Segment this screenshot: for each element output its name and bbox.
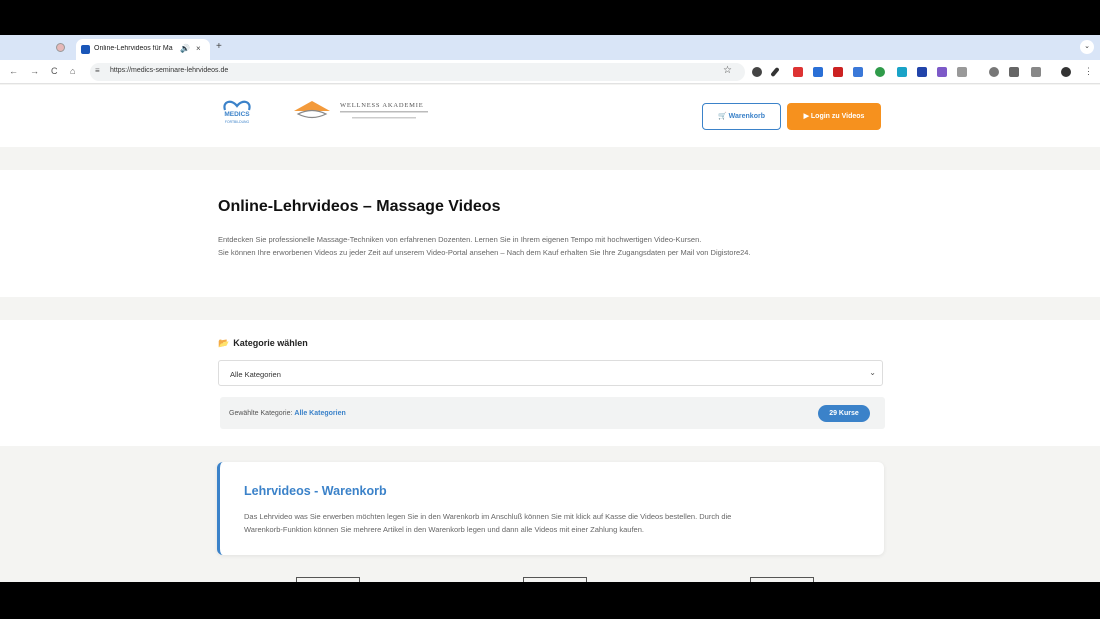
info-line: Warenkorb-Funktion können Sie mehrere Ar… [244, 525, 644, 534]
tab-title: Online-Lehrvideos für Ma [94, 45, 173, 52]
svg-text:FORTBILDUNG: FORTBILDUNG [225, 120, 250, 124]
selected-category-bar: Gewählte Kategorie: Alle Kategorien 29 K… [220, 397, 885, 429]
folder-icon: 📂 [218, 338, 230, 348]
info-card-title: Lehrvideos - Warenkorb [244, 484, 387, 498]
browser-tab[interactable]: Online-Lehrvideos für Ma 🔊 × [76, 39, 210, 60]
extension-icon[interactable] [853, 67, 863, 77]
reload-icon[interactable]: C [51, 66, 58, 76]
cart-button-label: Warenkorb [728, 113, 765, 120]
bookmark-star-icon[interactable]: ☆ [723, 65, 732, 76]
profile-avatar[interactable] [1061, 67, 1071, 77]
info-line: Das Lehrvideo was Sie erwerben möchten l… [244, 512, 732, 521]
extension-icon[interactable] [937, 67, 947, 77]
url-text[interactable]: https://medics-seminare-lehrvideos.de [110, 67, 228, 74]
extension-icon[interactable] [833, 67, 843, 77]
extension-icon[interactable] [917, 67, 927, 77]
home-icon[interactable]: ⌂ [70, 66, 75, 76]
back-icon[interactable]: ← [9, 66, 18, 76]
category-select[interactable]: Alle Kategorien ⌄ [218, 360, 883, 386]
svg-text:MEDICS: MEDICS [224, 111, 250, 118]
devtools-icon[interactable] [1031, 67, 1041, 77]
cart-button[interactable]: 🛒 Warenkorb [702, 103, 781, 130]
extension-icon[interactable] [813, 67, 823, 77]
new-tab-icon[interactable]: + [216, 41, 222, 52]
medics-logo[interactable]: MEDICS FORTBILDUNG [218, 96, 256, 128]
extensions-puzzle-icon[interactable] [957, 67, 967, 77]
extension-icon[interactable] [989, 67, 999, 77]
hero-section: Online-Lehrvideos – Massage Videos Entde… [0, 170, 1100, 297]
extension-icon[interactable] [897, 67, 907, 77]
login-button-label: Login zu Videos [810, 113, 865, 120]
tab-strip: Online-Lehrvideos für Ma 🔊 × + ⌄ [0, 35, 1100, 60]
course-count-badge: 29 Kurse [818, 405, 870, 422]
forward-icon[interactable]: → [30, 66, 39, 76]
selected-category-prefix: Gewählte Kategorie: [229, 410, 293, 417]
selected-category-text: Gewählte Kategorie: Alle Kategorien [229, 410, 346, 417]
favicon-icon [81, 45, 90, 54]
selected-category-value: Alle Kategorien [294, 410, 346, 417]
extension-icon[interactable] [875, 67, 885, 77]
extension-icon[interactable] [752, 67, 762, 77]
site-info-icon[interactable]: ≡ [95, 66, 100, 75]
translate-icon[interactable] [1009, 67, 1019, 77]
chevron-down-icon: ⌄ [869, 368, 876, 377]
category-heading: 📂 Kategorie wählen [218, 338, 308, 349]
wellness-akademie-logo[interactable]: WELLNESS AKADEMIE [292, 97, 432, 125]
info-card-body: Das Lehrvideo was Sie erwerben möchten l… [244, 510, 731, 536]
site-header: MEDICS FORTBILDUNG WELLNESS AKADEMIE 🛒 W… [0, 85, 1100, 147]
svg-text:WELLNESS AKADEMIE: WELLNESS AKADEMIE [340, 102, 423, 109]
category-select-value: Alle Kategorien [230, 370, 281, 379]
intro-line: Entdecken Sie professionelle Massage-Tec… [218, 235, 702, 244]
intro-line: Sie können Ihre erworbenen Videos zu jed… [218, 248, 751, 257]
audio-icon[interactable]: 🔊 [180, 44, 190, 53]
course-card-thumbnail[interactable] [750, 577, 814, 582]
course-card-thumbnail[interactable] [523, 577, 587, 582]
browser-menu-icon[interactable]: ⋮ [1084, 66, 1093, 77]
category-section: 📂 Kategorie wählen Alle Kategorien ⌄ Gewä… [0, 320, 1100, 446]
tab-search-icon[interactable]: ⌄ [1080, 40, 1094, 54]
page-title: Online-Lehrvideos – Massage Videos [218, 198, 501, 215]
browser-toolbar: ← → C ⌂ ≡ https://medics-seminare-lehrvi… [0, 60, 1100, 84]
cart-info-card: Lehrvideos - Warenkorb Das Lehrvideo was… [217, 462, 884, 555]
tab-close-icon[interactable]: × [196, 44, 201, 53]
login-videos-button[interactable]: ▶ Login zu Videos [787, 103, 881, 130]
extension-icon[interactable] [793, 67, 803, 77]
browser-window: Online-Lehrvideos für Ma 🔊 × + ⌄ ← → C ⌂… [0, 35, 1100, 582]
address-bar[interactable]: ≡ https://medics-seminare-lehrvideos.de … [90, 63, 745, 81]
category-heading-label: Kategorie wählen [233, 338, 308, 348]
extension-pen-icon[interactable] [770, 66, 780, 78]
intro-text: Entdecken Sie professionelle Massage-Tec… [218, 233, 751, 259]
recording-indicator-icon [56, 43, 65, 52]
course-card-thumbnail[interactable] [296, 577, 360, 582]
